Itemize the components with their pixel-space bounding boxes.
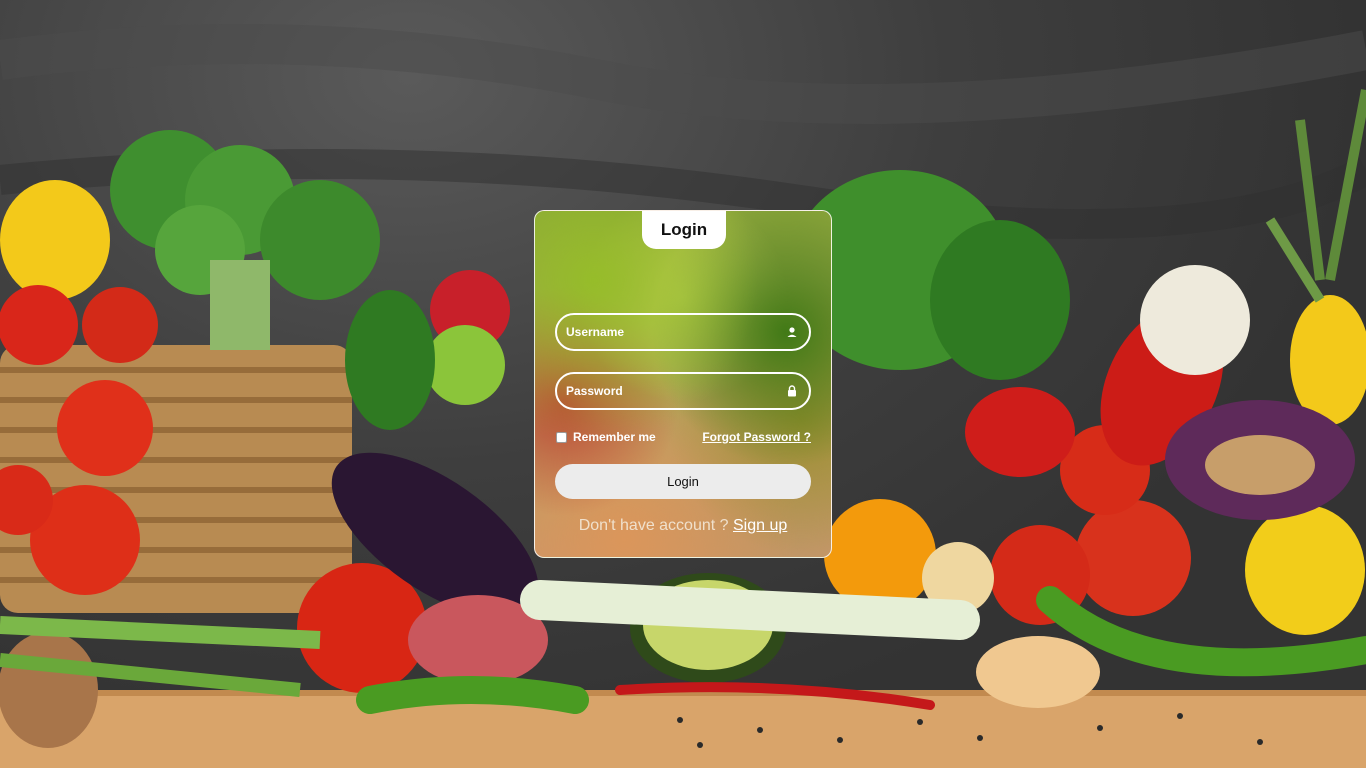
remember-me-checkbox[interactable] [556, 431, 567, 443]
username-field[interactable] [555, 313, 811, 351]
user-icon [787, 327, 797, 337]
signup-link[interactable]: Sign up [733, 517, 787, 534]
remember-me[interactable]: Remember me [556, 430, 656, 444]
signup-prompt-text: Don't have account ? [578, 517, 729, 534]
signup-prompt: Don't have account ? Sign up [535, 517, 831, 535]
login-button[interactable]: Login [555, 464, 811, 499]
forgot-password-link[interactable]: Forgot Password ? [702, 430, 811, 444]
username-input[interactable] [557, 315, 809, 349]
password-field[interactable] [555, 372, 811, 410]
login-card: Login Remember me Forgot Password ? Logi… [534, 210, 832, 558]
lock-icon [788, 385, 796, 397]
remember-me-label: Remember me [573, 430, 656, 444]
login-title: Login [642, 211, 726, 249]
password-input[interactable] [557, 374, 809, 408]
